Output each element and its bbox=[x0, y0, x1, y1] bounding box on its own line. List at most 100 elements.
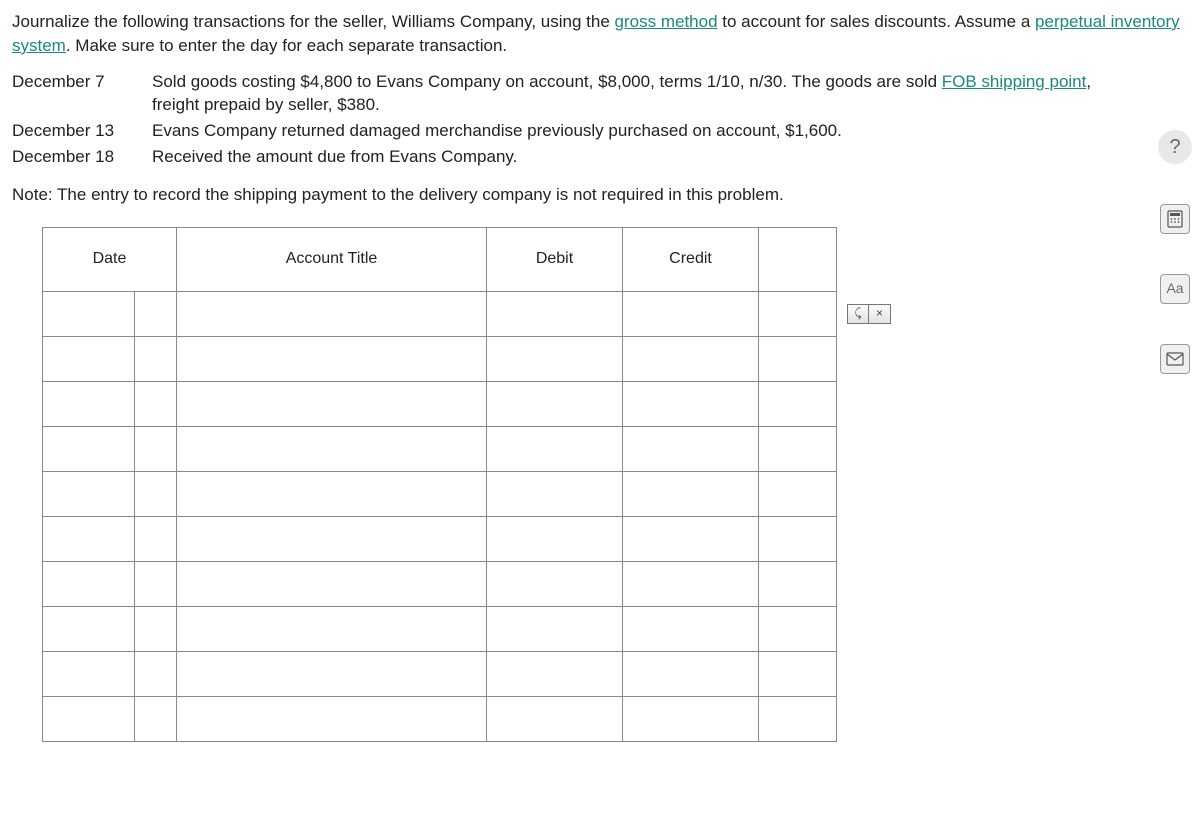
date-month-input[interactable] bbox=[43, 517, 134, 561]
debit-input[interactable] bbox=[487, 697, 622, 741]
extra-input[interactable] bbox=[759, 292, 836, 336]
date-month-input[interactable] bbox=[43, 697, 134, 741]
help-button[interactable]: ? bbox=[1158, 130, 1192, 164]
credit-input[interactable] bbox=[623, 697, 758, 741]
transaction-desc: Evans Company returned damaged merchandi… bbox=[152, 119, 1188, 143]
table-row bbox=[43, 336, 892, 381]
account-title-input[interactable] bbox=[177, 607, 486, 651]
credit-input[interactable] bbox=[623, 427, 758, 471]
extra-input[interactable] bbox=[759, 382, 836, 426]
debit-input[interactable] bbox=[487, 292, 622, 336]
account-title-input[interactable] bbox=[177, 652, 486, 696]
debit-input[interactable] bbox=[487, 607, 622, 651]
table-row bbox=[43, 651, 892, 696]
extra-input[interactable] bbox=[759, 472, 836, 516]
date-day-input[interactable] bbox=[135, 292, 176, 336]
instr-part3: . Make sure to enter the day for each se… bbox=[66, 36, 507, 55]
remove-row-icon: × bbox=[876, 305, 883, 322]
date-day-input[interactable] bbox=[135, 472, 176, 516]
date-month-input[interactable] bbox=[43, 652, 134, 696]
font-size-button[interactable]: Aa bbox=[1160, 274, 1190, 304]
extra-input[interactable] bbox=[759, 337, 836, 381]
date-month-input[interactable] bbox=[43, 427, 134, 471]
date-day-input[interactable] bbox=[135, 562, 176, 606]
date-month-input[interactable] bbox=[43, 607, 134, 651]
debit-input[interactable] bbox=[487, 562, 622, 606]
mail-icon bbox=[1166, 352, 1184, 366]
credit-input[interactable] bbox=[623, 292, 758, 336]
credit-input[interactable] bbox=[623, 562, 758, 606]
date-month-input[interactable] bbox=[43, 337, 134, 381]
debit-input[interactable] bbox=[487, 517, 622, 561]
remove-row-button[interactable]: × bbox=[869, 304, 891, 324]
row-action-buttons: ⤹ × bbox=[847, 304, 891, 324]
date-day-input[interactable] bbox=[135, 607, 176, 651]
header-extra bbox=[759, 227, 837, 291]
table-header-row: Date Account Title Debit Credit bbox=[43, 227, 892, 291]
extra-input[interactable] bbox=[759, 697, 836, 741]
debit-input[interactable] bbox=[487, 337, 622, 381]
date-day-input[interactable] bbox=[135, 427, 176, 471]
add-row-button[interactable]: ⤹ bbox=[847, 304, 869, 324]
fob-shipping-link[interactable]: FOB shipping point bbox=[942, 72, 1087, 91]
account-title-input[interactable] bbox=[177, 697, 486, 741]
date-day-input[interactable] bbox=[135, 337, 176, 381]
credit-input[interactable] bbox=[623, 517, 758, 561]
extra-input[interactable] bbox=[759, 607, 836, 651]
debit-input[interactable] bbox=[487, 382, 622, 426]
debit-input[interactable] bbox=[487, 652, 622, 696]
date-day-input[interactable] bbox=[135, 517, 176, 561]
account-title-input[interactable] bbox=[177, 292, 486, 336]
calculator-button[interactable] bbox=[1160, 204, 1190, 234]
sidebar-tools: ? Aa bbox=[1158, 130, 1192, 374]
account-title-input[interactable] bbox=[177, 427, 486, 471]
account-title-input[interactable] bbox=[177, 562, 486, 606]
instr-part1: Journalize the following transactions fo… bbox=[12, 12, 615, 31]
date-day-input[interactable] bbox=[135, 382, 176, 426]
header-date: Date bbox=[43, 227, 177, 291]
table-row bbox=[43, 381, 892, 426]
journal-table-wrap: Date Account Title Debit Credit ⤹ × bbox=[42, 227, 1188, 742]
table-row bbox=[43, 696, 892, 741]
transaction-desc: Received the amount due from Evans Compa… bbox=[152, 145, 1188, 169]
transaction-date: December 13 bbox=[12, 119, 152, 143]
table-row bbox=[43, 606, 892, 651]
mail-button[interactable] bbox=[1160, 344, 1190, 374]
journal-body: ⤹ × bbox=[43, 291, 892, 741]
date-month-input[interactable] bbox=[43, 292, 134, 336]
credit-input[interactable] bbox=[623, 337, 758, 381]
date-month-input[interactable] bbox=[43, 562, 134, 606]
credit-input[interactable] bbox=[623, 382, 758, 426]
calculator-icon bbox=[1166, 210, 1184, 228]
transaction-desc-pre: Sold goods costing $4,800 to Evans Compa… bbox=[152, 72, 942, 91]
transaction-row: December 13 Evans Company returned damag… bbox=[12, 119, 1188, 143]
extra-input[interactable] bbox=[759, 427, 836, 471]
transaction-date: December 18 bbox=[12, 145, 152, 169]
date-month-input[interactable] bbox=[43, 382, 134, 426]
extra-input[interactable] bbox=[759, 517, 836, 561]
extra-input[interactable] bbox=[759, 562, 836, 606]
date-day-input[interactable] bbox=[135, 697, 176, 741]
date-day-input[interactable] bbox=[135, 652, 176, 696]
account-title-input[interactable] bbox=[177, 337, 486, 381]
debit-input[interactable] bbox=[487, 427, 622, 471]
add-row-icon: ⤹ bbox=[854, 305, 861, 322]
transaction-row: December 18 Received the amount due from… bbox=[12, 145, 1188, 169]
date-month-input[interactable] bbox=[43, 472, 134, 516]
header-credit: Credit bbox=[623, 227, 759, 291]
table-row bbox=[43, 471, 892, 516]
table-row: ⤹ × bbox=[43, 291, 892, 336]
help-icon: ? bbox=[1169, 133, 1180, 161]
table-row bbox=[43, 561, 892, 606]
account-title-input[interactable] bbox=[177, 382, 486, 426]
credit-input[interactable] bbox=[623, 607, 758, 651]
credit-input[interactable] bbox=[623, 472, 758, 516]
credit-input[interactable] bbox=[623, 652, 758, 696]
debit-input[interactable] bbox=[487, 472, 622, 516]
extra-input[interactable] bbox=[759, 652, 836, 696]
account-title-input[interactable] bbox=[177, 472, 486, 516]
account-title-input[interactable] bbox=[177, 517, 486, 561]
transaction-row: December 7 Sold goods costing $4,800 to … bbox=[12, 70, 1188, 118]
transaction-desc: Sold goods costing $4,800 to Evans Compa… bbox=[152, 70, 1188, 118]
gross-method-link[interactable]: gross method bbox=[615, 12, 718, 31]
